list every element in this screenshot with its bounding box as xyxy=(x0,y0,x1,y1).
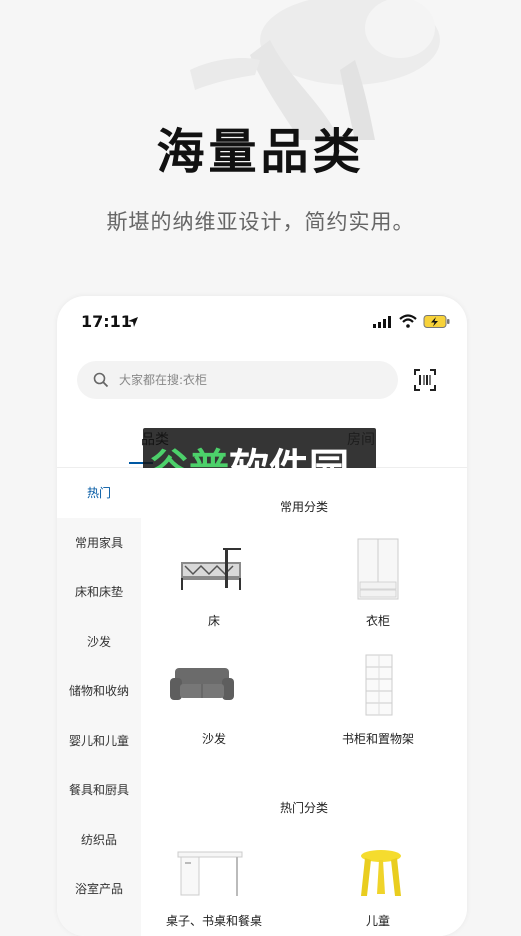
category-label-desk: 桌子、书桌和餐桌 xyxy=(165,914,262,928)
status-time: 17:11 xyxy=(81,312,132,331)
sidebar-item-bathroom[interactable]: 浴室产品 xyxy=(57,864,141,914)
phone-screenshot: 17:11 品类 房间 谷普软件园 xyxy=(57,296,467,936)
section-title-hot: 热门分类 xyxy=(279,801,328,815)
section-title-common: 常用分类 xyxy=(279,500,328,514)
category-sidebar: 热门 常用家具 床和床垫 沙发 储物和收纳 婴儿和儿童 餐具和厨具 纺织品 浴室… xyxy=(57,468,141,936)
desk-image xyxy=(177,851,243,896)
battery-charging-icon xyxy=(423,315,450,328)
category-item-bookcase[interactable]: 书柜和置物架 xyxy=(313,650,443,750)
category-content: 常用分类 床 衣柜 沙发 书柜和置物架 热门分类 桌子、书桌和餐桌 儿童 xyxy=(141,468,467,936)
hero-title: 海量品类 xyxy=(156,124,365,180)
category-item-bed[interactable]: 床 xyxy=(149,534,279,634)
signal-icon xyxy=(373,316,391,328)
search-input[interactable] xyxy=(119,361,379,399)
category-label-sofa: 沙发 xyxy=(201,732,226,746)
category-item-kids[interactable]: 儿童 xyxy=(313,844,443,936)
bookcase-image xyxy=(365,654,393,716)
wardrobe-image xyxy=(357,538,399,600)
category-item-sofa[interactable]: 沙发 xyxy=(149,650,279,750)
category-item-desk[interactable]: 桌子、书桌和餐桌 xyxy=(149,844,279,936)
search-bar[interactable] xyxy=(77,361,398,399)
sidebar-item-common-furniture[interactable]: 常用家具 xyxy=(57,518,141,568)
category-label-wardrobe: 衣柜 xyxy=(365,614,390,628)
scan-icon[interactable] xyxy=(414,369,436,391)
sidebar-item-kitchenware[interactable]: 餐具和厨具 xyxy=(57,765,141,815)
category-label-bed: 床 xyxy=(207,614,220,628)
sofa-image xyxy=(170,668,234,700)
category-label-bookcase: 书柜和置物架 xyxy=(341,732,414,746)
sidebar-item-baby-kids[interactable]: 婴儿和儿童 xyxy=(57,716,141,766)
wifi-icon xyxy=(399,314,417,328)
sidebar-item-storage[interactable]: 储物和收纳 xyxy=(57,666,141,716)
location-arrow-icon xyxy=(128,317,138,327)
search-icon xyxy=(93,372,109,388)
kids-stool-image xyxy=(361,850,401,896)
category-item-wardrobe[interactable]: 衣柜 xyxy=(313,534,443,634)
sidebar-item-sofas[interactable]: 沙发 xyxy=(57,617,141,667)
sidebar-item-textiles[interactable]: 纺织品 xyxy=(57,815,141,865)
sidebar-item-hot[interactable]: 热门 xyxy=(57,468,141,518)
hero-subtitle: 斯堪的纳维亚设计，简约实用。 xyxy=(106,210,415,234)
bed-image xyxy=(181,548,241,590)
category-label-kids: 儿童 xyxy=(365,914,390,928)
sidebar-item-beds-mattresses[interactable]: 床和床垫 xyxy=(57,567,141,617)
